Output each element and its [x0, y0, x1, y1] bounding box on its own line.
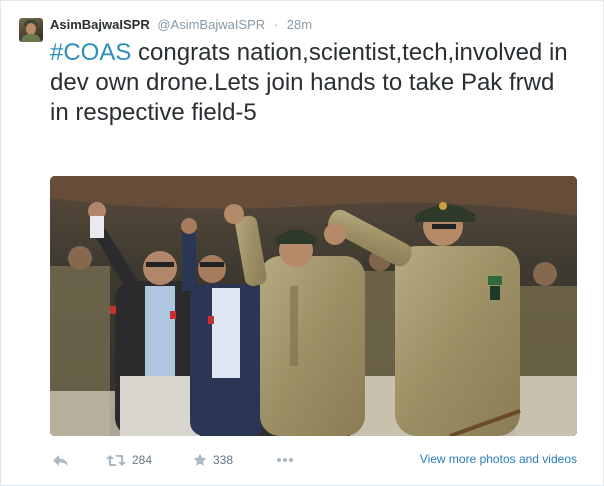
tweet-timestamp[interactable]: 28m [287, 17, 312, 32]
favorite-button[interactable]: 338 [193, 450, 233, 470]
tweet-card: AsimBajwaISPR @AsimBajwaISPR · 28m #COAS… [0, 0, 604, 486]
tweet-text: #COAS congrats nation,scientist,tech,inv… [50, 38, 570, 128]
author-fullname[interactable]: AsimBajwaISPR [50, 17, 150, 32]
reply-icon [52, 454, 69, 467]
retweet-button[interactable]: 284 [106, 450, 152, 470]
retweet-count: 284 [132, 453, 153, 467]
view-more-photos-link[interactable]: View more photos and videos [420, 452, 577, 466]
more-button[interactable] [276, 450, 294, 470]
avatar[interactable] [19, 18, 43, 42]
star-icon [193, 453, 207, 467]
retweet-icon [106, 454, 126, 467]
author-username[interactable]: @AsimBajwaISPR [157, 17, 265, 32]
separator-dot: · [273, 17, 279, 32]
more-dots-icon [276, 457, 294, 463]
tweet-header: AsimBajwaISPR @AsimBajwaISPR · 28m [50, 17, 312, 33]
hashtag-link[interactable]: #COAS [50, 39, 131, 66]
tweet-actions: 284 338 View more photos and videos [50, 450, 577, 470]
tweet-photo[interactable] [50, 176, 577, 436]
reply-button[interactable] [52, 450, 69, 470]
favorite-count: 338 [213, 453, 234, 467]
